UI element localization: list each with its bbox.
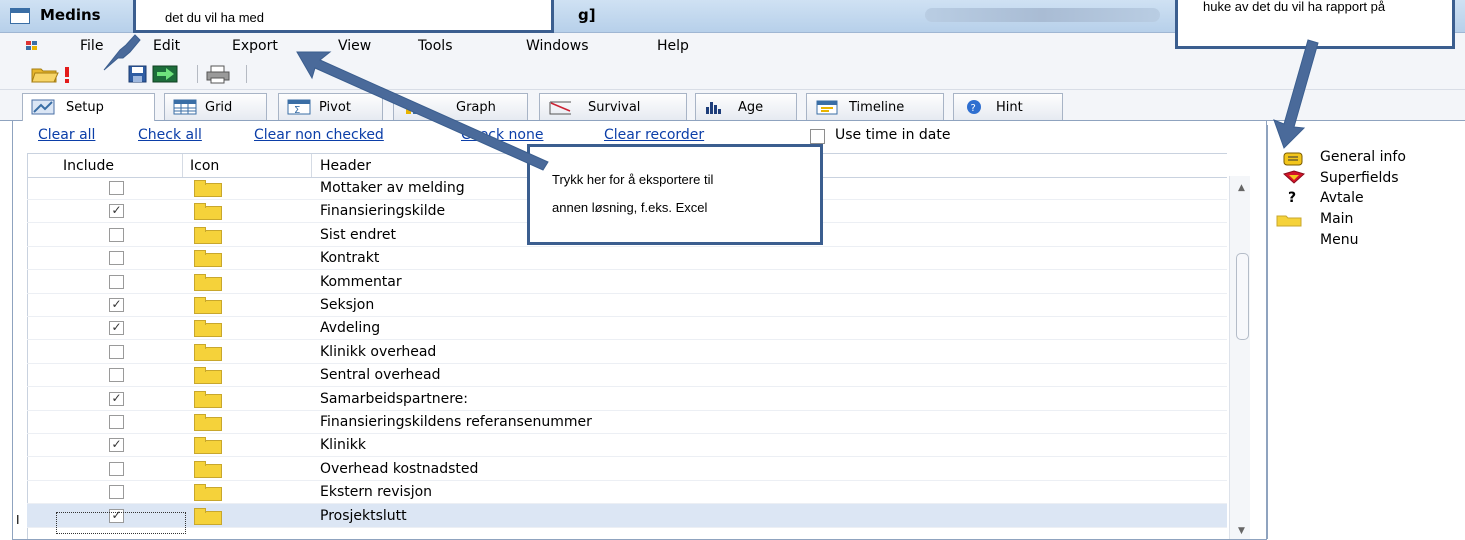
arrow-to-export [296,51,549,171]
arrow-to-side-panel [1273,39,1319,149]
callout-arrows [103,34,1319,171]
arrow-to-file [103,34,141,71]
